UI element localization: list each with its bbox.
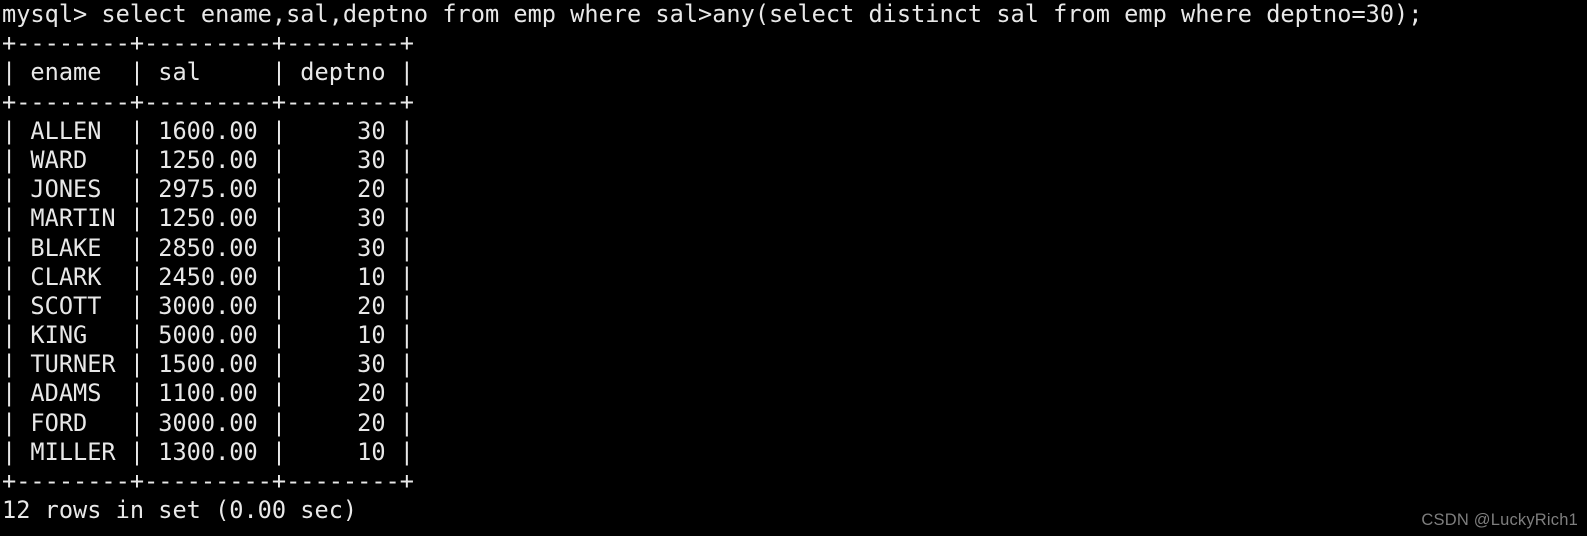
result-status-line: 12 rows in set (0.00 sec)	[2, 496, 358, 525]
table-row: | ALLEN | 1600.00 | 30 |	[2, 116, 414, 145]
table-header-row: | ename | sal | deptno |	[2, 58, 414, 87]
terminal-line-command: mysql> select ename,sal,deptno from emp …	[2, 0, 1423, 28]
terminal-output: mysql> select ename,sal,deptno from emp …	[0, 0, 1422, 525]
table-row: | SCOTT | 3000.00 | 20 |	[2, 291, 414, 320]
table-row: | CLARK | 2450.00 | 10 |	[2, 262, 414, 291]
table-row: | WARD | 1250.00 | 30 |	[2, 145, 414, 174]
table-row: | FORD | 3000.00 | 20 |	[2, 408, 414, 437]
table-border-top: +--------+---------+--------+	[2, 29, 414, 58]
table-row: | KING | 5000.00 | 10 |	[2, 321, 414, 350]
table-row: | MARTIN | 1250.00 | 30 |	[2, 204, 414, 233]
csdn-watermark: CSDN @LuckyRich1	[1421, 511, 1578, 529]
table-row: | BLAKE | 2850.00 | 30 |	[2, 233, 414, 262]
table-row: | ADAMS | 1100.00 | 20 |	[2, 379, 414, 408]
table-row: | JONES | 2975.00 | 20 |	[2, 175, 414, 204]
table-row: | TURNER | 1500.00 | 30 |	[2, 350, 414, 379]
table-border-bottom: +--------+---------+--------+	[2, 467, 414, 495]
table-border-header: +--------+---------+--------+	[2, 87, 414, 116]
terminal-window[interactable]: mysql> select ename,sal,deptno from emp …	[0, 0, 1587, 536]
table-row: | MILLER | 1300.00 | 10 |	[2, 437, 414, 466]
